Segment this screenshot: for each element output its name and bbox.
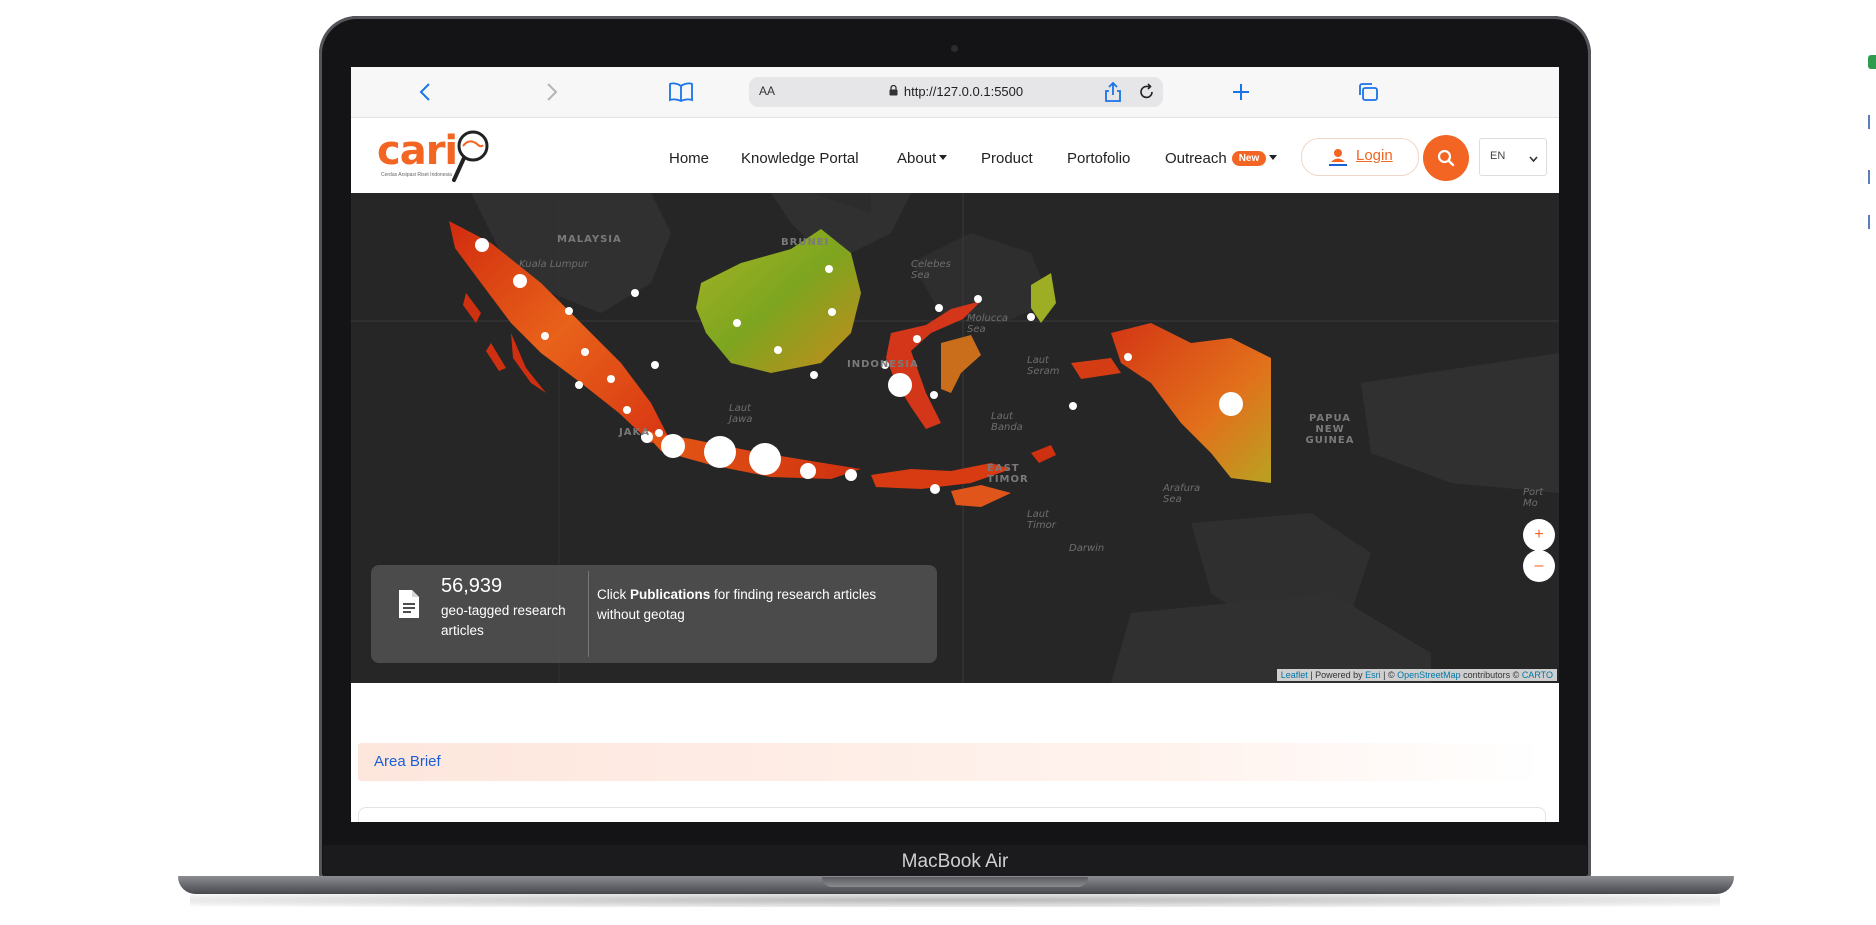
nav-about[interactable]: About — [897, 150, 948, 167]
back-button[interactable] — [410, 77, 440, 107]
geotagged-description: geo-tagged research articles — [441, 603, 566, 638]
url-text: http://127.0.0.1:5500 — [903, 84, 1024, 99]
login-label: Login — [1356, 147, 1393, 164]
map-label-port-moresby: Port Mo — [1523, 487, 1544, 509]
zoom-in-button[interactable]: + — [1523, 519, 1555, 551]
attribution-powered: | Powered by — [1307, 670, 1366, 680]
new-tab-button[interactable] — [1226, 77, 1256, 107]
nav-portofolio[interactable]: Portofolio — [1067, 150, 1130, 167]
map-label-darwin: Darwin — [1069, 543, 1105, 554]
bookmarks-button[interactable] — [666, 77, 696, 107]
nav-outreach-label: Outreach — [1165, 150, 1227, 167]
language-select[interactable]: EN — [1479, 138, 1547, 176]
search-icon — [1437, 149, 1455, 167]
share-button[interactable] — [1098, 77, 1128, 107]
map-attribution: Leaflet | Powered by Esri | © OpenStreet… — [1276, 669, 1557, 681]
back-icon — [419, 83, 430, 101]
new-badge: New — [1231, 151, 1267, 166]
map-label-celebes-sea: Celebes Sea — [911, 259, 951, 281]
laptop-shadow — [190, 893, 1720, 907]
laptop-base-notch — [822, 877, 1088, 887]
nav-home-label: Home — [669, 150, 710, 167]
area-brief-header[interactable]: Area Brief — [358, 743, 1544, 781]
nav-outreach[interactable]: Outreach New — [1165, 150, 1278, 167]
esri-link[interactable]: Esri — [1365, 670, 1381, 680]
tabs-overview-button[interactable] — [1353, 77, 1383, 107]
osm-link[interactable]: OpenStreetMap — [1397, 670, 1461, 680]
attribution-copyright: | © — [1380, 670, 1398, 680]
laptop-brand-label: MacBook Air — [901, 851, 1009, 872]
leaflet-link[interactable]: Leaflet — [1281, 670, 1308, 680]
nav-portofolio-label: Portofolio — [1067, 150, 1131, 167]
forward-icon — [547, 83, 558, 101]
nav-product-label: Product — [981, 150, 1033, 167]
note-prefix: Click — [597, 587, 630, 602]
nav-knowledge-portal[interactable]: Knowledge Portal — [741, 150, 859, 167]
geotagged-count: 56,939 — [441, 575, 503, 597]
map-label-laut-jawa: Laut Jawa — [729, 403, 753, 425]
nav-product[interactable]: Product — [981, 150, 1033, 167]
map-label-laut-banda: Laut Banda — [991, 411, 1023, 433]
nav-about-label: About — [897, 150, 937, 167]
map-label-malaysia: MALAYSIA — [557, 234, 622, 245]
content-card — [358, 807, 1546, 822]
map-label-laut-seram: Laut Seram — [1027, 355, 1060, 377]
map-label-laut-timor: Laut Timor — [1027, 509, 1056, 531]
tabs-icon — [1359, 83, 1378, 101]
screen: AA http://127.0.0.1:5500 cari Cerdas Ars… — [351, 67, 1559, 822]
new-tab-icon — [1233, 84, 1249, 100]
map-label-kuala-lumpur: Kuala Lumpur — [519, 259, 589, 270]
map-label-jakarta: JAKA — [619, 427, 650, 438]
edge-fragment-badge — [1868, 55, 1876, 69]
map-label-papua-new-guinea: PAPUA NEW GUINEA — [1305, 413, 1355, 446]
map-label-arafura-sea: Arafura Sea — [1163, 483, 1201, 505]
magnifier-logo-icon — [452, 130, 489, 182]
search-button[interactable] — [1423, 135, 1469, 181]
chevron-down-icon — [1269, 155, 1278, 160]
language-value: EN — [1490, 150, 1506, 162]
lock-icon — [889, 84, 898, 99]
document-icon — [397, 589, 421, 624]
edge-fragment — [1868, 215, 1876, 229]
logo-wordmark: cari — [377, 128, 458, 174]
map-label-molucca-sea: Molucca Sea — [967, 313, 1008, 335]
chevron-down-icon — [939, 155, 948, 160]
map-label-east-timor: EAST TIMOR — [987, 463, 1029, 485]
site-logo[interactable]: cari Cerdas Arsipasi Riset Indonesia — [377, 126, 493, 186]
map-label-indonesia: INDONESIA — [847, 359, 919, 370]
area-brief-label: Area Brief — [374, 753, 441, 770]
nav-home[interactable]: Home — [669, 150, 709, 167]
browser-toolbar: AA http://127.0.0.1:5500 — [351, 67, 1559, 118]
chevron-down-icon — [1529, 150, 1538, 168]
user-icon — [1328, 148, 1348, 171]
map-label-brunei: BRUNEI — [781, 237, 830, 248]
stats-divider — [588, 571, 589, 657]
carto-link[interactable]: CARTO — [1522, 670, 1553, 680]
bookmarks-icon — [669, 82, 693, 102]
edge-fragment — [1868, 115, 1876, 129]
reload-icon[interactable] — [1139, 83, 1155, 105]
nav-knowledge-portal-label: Knowledge Portal — [741, 150, 859, 167]
attribution-contributors: contributors © — [1460, 670, 1522, 680]
map-view[interactable]: MALAYSIA Kuala Lumpur BRUNEI Celebes Sea… — [351, 193, 1559, 683]
publications-note: Click Publications for finding research … — [597, 585, 917, 625]
logo-tagline: Cerdas Arsipasi Riset Indonesia — [381, 172, 452, 178]
forward-button[interactable] — [537, 77, 567, 107]
stats-panel: 56,939 geo-tagged research articles Clic… — [371, 565, 937, 663]
edge-fragment — [1868, 170, 1876, 184]
share-icon — [1105, 81, 1121, 102]
camera-dot — [951, 45, 958, 52]
zoom-out-button[interactable]: – — [1523, 550, 1555, 582]
login-button[interactable]: Login — [1301, 138, 1419, 176]
site-header: cari Cerdas Arsipasi Riset Indonesia Hom… — [351, 118, 1559, 193]
publications-link[interactable]: Publications — [630, 587, 710, 602]
